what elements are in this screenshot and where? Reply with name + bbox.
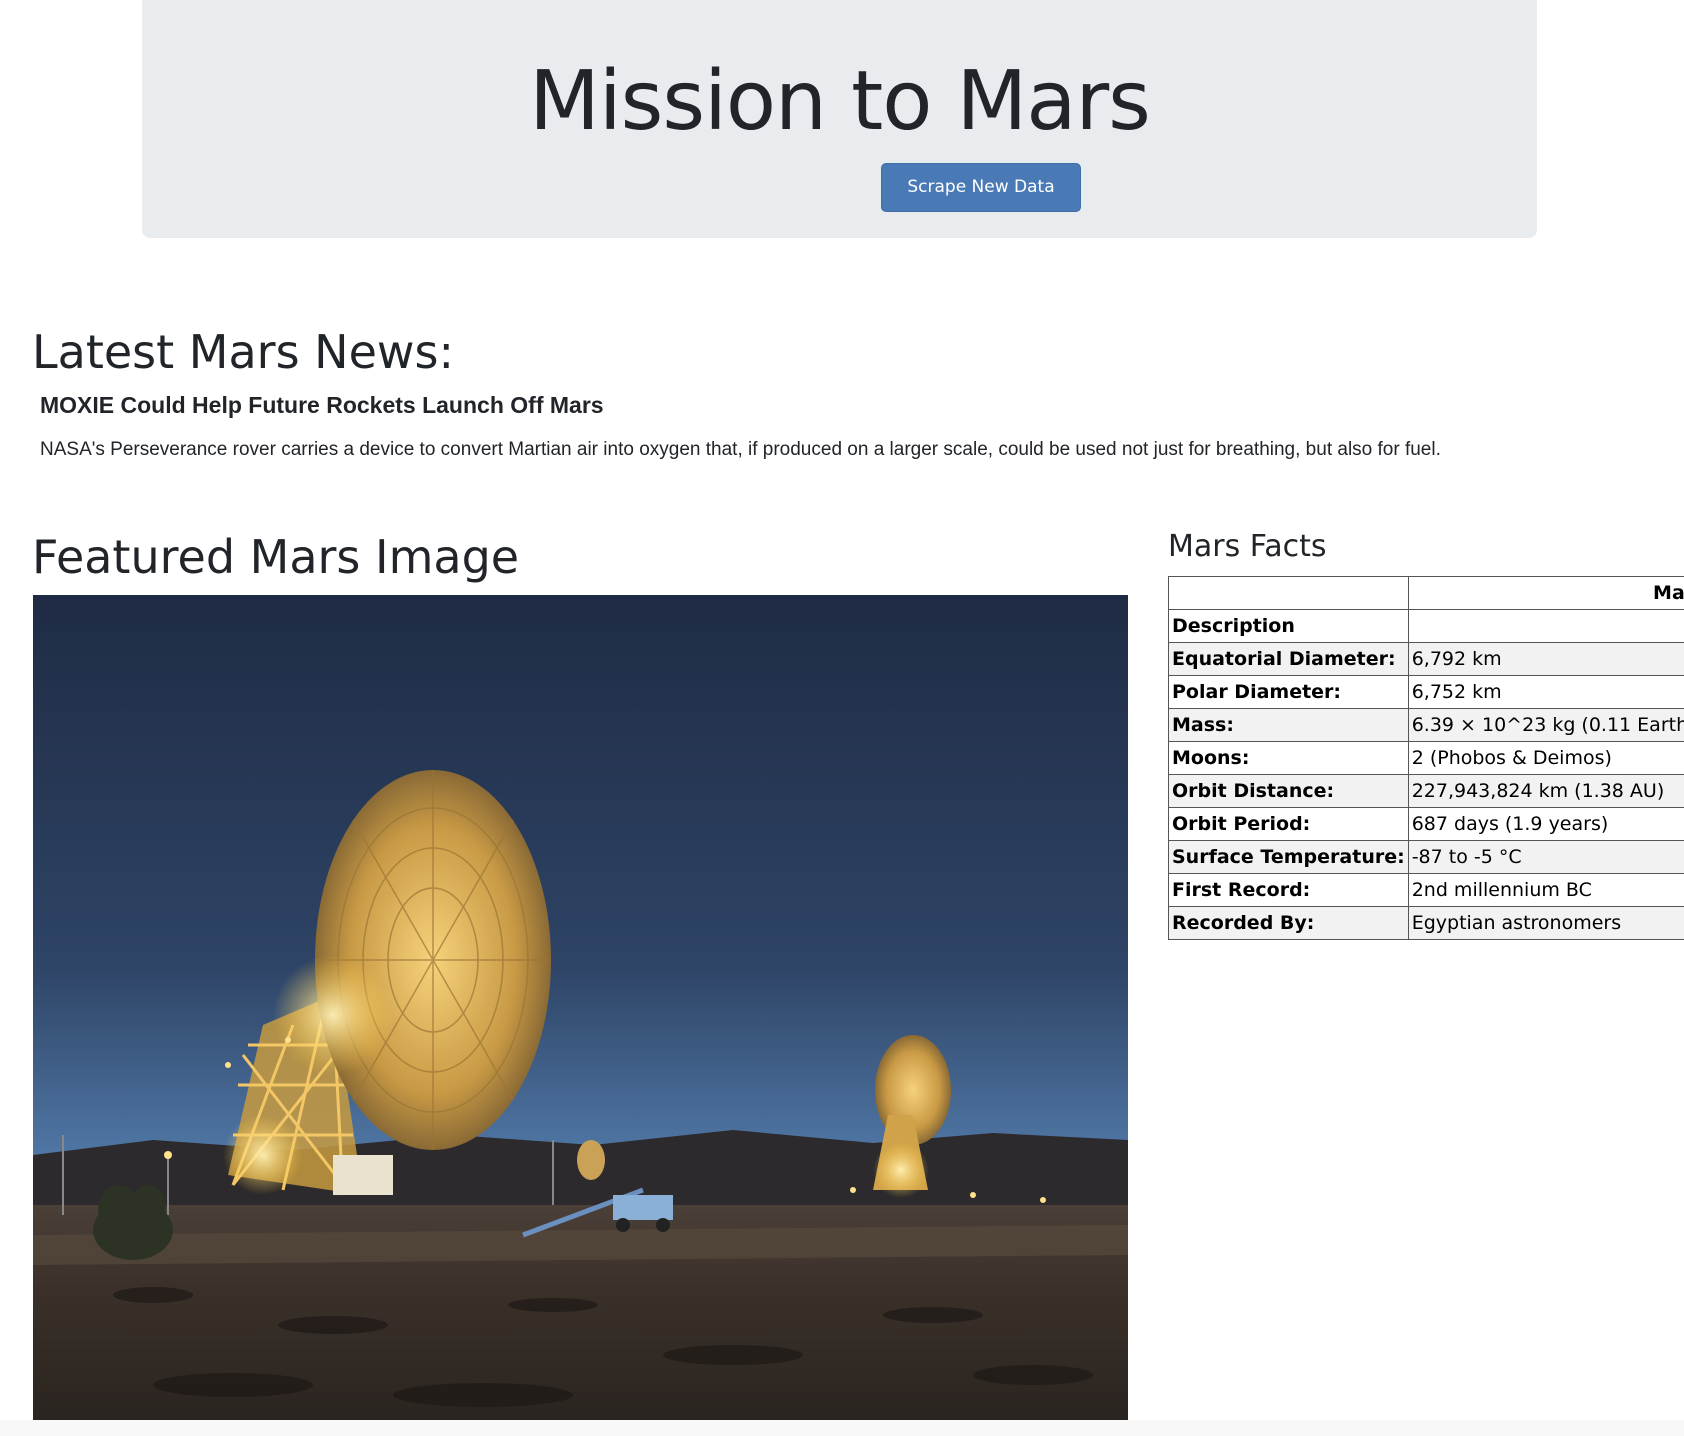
table-row: Equatorial Diameter: 6,792 km <box>1168 642 1684 676</box>
fact-value: 6,792 km <box>1407 642 1684 676</box>
table-row: Polar Diameter: 6,752 km <box>1168 675 1684 709</box>
fact-label: Description <box>1168 609 1409 643</box>
fact-value: Egyptian astronomers <box>1407 906 1684 940</box>
fact-value: 687 days (1.9 years) <box>1407 807 1684 841</box>
fact-value: 6,752 km <box>1407 675 1684 709</box>
bottom-edge <box>0 1420 1684 1436</box>
table-row: Orbit Distance: 227,943,824 km (1.38 AU) <box>1168 774 1684 808</box>
table-header-empty <box>1168 576 1409 610</box>
fact-label: Recorded By: <box>1168 906 1409 940</box>
page-title: Mission to Mars <box>529 54 1151 149</box>
fact-value <box>1407 609 1684 643</box>
fact-label: Polar Diameter: <box>1168 675 1409 709</box>
table-row: Recorded By: Egyptian astronomers <box>1168 906 1684 940</box>
featured-image-heading: Featured Mars Image <box>32 530 520 584</box>
fact-label: Orbit Period: <box>1168 807 1409 841</box>
fact-value: 2 (Phobos & Deimos) <box>1407 741 1684 775</box>
table-header-row: Mars <box>1168 576 1684 610</box>
fact-value: -87 to -5 °C <box>1407 840 1684 874</box>
mars-facts-heading: Mars Facts <box>1168 529 1327 564</box>
news-heading: Latest Mars News: <box>32 325 454 379</box>
featured-image <box>33 595 1128 1420</box>
news-paragraph: NASA's Perseverance rover carries a devi… <box>40 439 1441 460</box>
scrape-new-data-button[interactable]: Scrape New Data <box>881 163 1081 212</box>
table-row: Surface Temperature: -87 to -5 °C <box>1168 840 1684 874</box>
fact-label: Moons: <box>1168 741 1409 775</box>
table-row: Mass: 6.39 × 10^23 kg (0.11 Earths) <box>1168 708 1684 742</box>
table-header-mars: Mars <box>1407 576 1684 610</box>
fact-label: Equatorial Diameter: <box>1168 642 1409 676</box>
fact-label: Surface Temperature: <box>1168 840 1409 874</box>
table-row: Moons: 2 (Phobos & Deimos) <box>1168 741 1684 775</box>
fact-label: First Record: <box>1168 873 1409 907</box>
table-row: Orbit Period: 687 days (1.9 years) <box>1168 807 1684 841</box>
news-title: MOXIE Could Help Future Rockets Launch O… <box>40 392 604 418</box>
table-row: First Record: 2nd millennium BC <box>1168 873 1684 907</box>
table-row: Description <box>1168 609 1684 643</box>
fact-label: Mass: <box>1168 708 1409 742</box>
mars-facts-table: Mars Description Equatorial Diameter: 6,… <box>1168 576 1684 940</box>
fact-value: 6.39 × 10^23 kg (0.11 Earths) <box>1407 708 1684 742</box>
fact-label: Orbit Distance: <box>1168 774 1409 808</box>
radio-telescope-dishes-photo-icon <box>33 595 1128 1420</box>
header-jumbotron: Mission to Mars Scrape New Data <box>142 0 1537 238</box>
fact-value: 2nd millennium BC <box>1407 873 1684 907</box>
fact-value: 227,943,824 km (1.38 AU) <box>1407 774 1684 808</box>
page: Mission to Mars Scrape New Data Latest M… <box>0 0 1684 1436</box>
